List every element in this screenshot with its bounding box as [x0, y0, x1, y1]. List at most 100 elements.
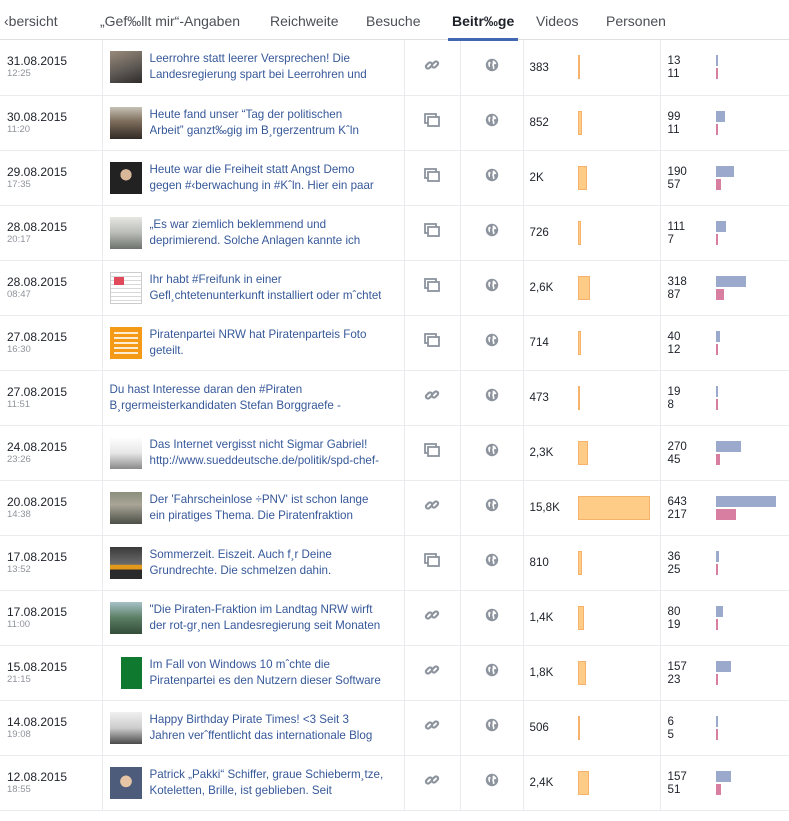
post-time: 17:35 — [7, 178, 31, 190]
post-text-line-1: Heute war die Freiheit statt Angst Demo — [149, 162, 355, 176]
reach-bar — [577, 605, 584, 630]
post-link[interactable]: Piratenpartei NRW hat Piratenparteis Fot… — [150, 327, 367, 359]
post-link[interactable]: Heute war die Freiheit statt Angst Demo g… — [150, 162, 374, 194]
date-cell: 15.08.2015 21:15 — [0, 645, 103, 701]
tab-5[interactable]: Videos — [536, 0, 579, 40]
engagement-cell: 157 51 — [660, 755, 789, 811]
post-time: 21:15 — [7, 673, 31, 685]
engagement-clicks-bar — [715, 550, 719, 562]
post-time: 23:26 — [7, 453, 31, 465]
post-thumbnail[interactable] — [109, 766, 142, 799]
post-thumbnail[interactable] — [109, 51, 142, 84]
album-icon — [424, 113, 440, 132]
tab-0[interactable]: ‹bersicht — [4, 0, 58, 40]
post-text-line-2: Landesregierung spart bei Leerrohren und — [149, 68, 367, 82]
reach-value: 852 — [529, 116, 549, 129]
engagement-clicks-value: 318 — [667, 274, 687, 288]
post-thumbnail[interactable] — [109, 711, 142, 744]
post-thumbnail[interactable] — [109, 106, 142, 139]
engagement-clicks-value: 157 — [667, 659, 687, 673]
post-link[interactable]: Ihr habt #Freifunk in einer Gefl¸chtetenu… — [150, 272, 382, 304]
engagement-clicks-bar — [715, 440, 741, 452]
post-link[interactable]: Du hast Interesse daran den #Piraten B¸rg… — [110, 382, 341, 414]
reach-bar — [577, 165, 587, 190]
type-cell — [404, 755, 461, 811]
reach-value: 714 — [529, 336, 549, 349]
type-cell — [404, 590, 461, 646]
engagement-reactions-value: 87 — [667, 287, 681, 301]
engagement-cell: 190 57 — [660, 150, 789, 206]
reach-value: 1,8K — [529, 666, 554, 679]
reach-cell: 714 — [523, 315, 661, 371]
post-link[interactable]: Patrick „Pakki“ Schiffer, graue Schieber… — [150, 767, 384, 799]
reach-value: 1,4K — [529, 611, 554, 624]
post-text-line-1: „Es war ziemlich beklemmend und — [149, 217, 327, 231]
engagement-clicks-value: 80 — [667, 604, 681, 618]
post-time: 16:30 — [7, 343, 31, 355]
post-date: 12.08.2015 — [7, 769, 68, 784]
date-cell: 31.08.2015 12:25 — [0, 40, 103, 96]
post-link[interactable]: Leerrohre statt leerer Versprechen! Die L… — [150, 51, 367, 83]
tab-1[interactable]: „Gef‰llt mir“-Angaben — [100, 0, 240, 40]
date-cell: 24.08.2015 23:26 — [0, 425, 103, 481]
post-thumbnail[interactable] — [109, 271, 142, 304]
post-thumbnail[interactable] — [109, 601, 142, 634]
post-thumbnail[interactable] — [109, 161, 142, 194]
post-link[interactable]: Heute fand unser “Tag der politischen Arb… — [150, 107, 359, 139]
post-text-line-1: Du hast Interesse daran den #Piraten — [109, 382, 303, 396]
post-thumbnail[interactable] — [109, 656, 142, 689]
post-date: 27.08.2015 — [7, 329, 68, 344]
globe-icon — [485, 773, 499, 792]
engagement-clicks-value: 270 — [667, 439, 687, 453]
album-icon — [424, 223, 440, 242]
post-text-line-2: http://www.sueddeutsche.de/politik/spd-c… — [149, 453, 379, 467]
tab-2[interactable]: Reichweite — [270, 0, 338, 40]
post-link[interactable]: „Es war ziemlich beklemmend und deprimier… — [150, 217, 361, 249]
tab-3[interactable]: Besuche — [366, 0, 420, 40]
post-link[interactable]: Happy Birthday Pirate Times! <3 Seit 3 Ja… — [150, 712, 373, 744]
engagement-clicks-value: 190 — [667, 164, 687, 178]
post-time: 19:08 — [7, 728, 31, 740]
engagement-clicks-value: 6 — [667, 714, 674, 728]
reach-bar — [577, 715, 580, 740]
post-time: 11:00 — [7, 618, 31, 630]
post-time: 20:17 — [7, 233, 31, 245]
targeting-cell — [460, 95, 524, 151]
post-thumbnail[interactable] — [109, 436, 142, 469]
post-link[interactable]: Sommerzeit. Eiszeit. Auch f¸r Deine Grund… — [150, 547, 332, 579]
post-thumbnail[interactable] — [109, 216, 142, 249]
post-link[interactable]: Der 'Fahrscheinlose ÷PNV' ist schon lang… — [150, 492, 369, 524]
type-cell — [404, 645, 461, 701]
engagement-reactions-bar — [715, 398, 718, 410]
post-thumbnail[interactable] — [109, 546, 142, 579]
tab-6[interactable]: Personen — [606, 0, 666, 40]
engagement-clicks-bar — [715, 495, 776, 507]
engagement-reactions-value: 8 — [667, 397, 674, 411]
reach-cell: 2,6K — [523, 260, 661, 316]
engagement-reactions-value: 11 — [667, 122, 680, 136]
globe-icon — [485, 498, 499, 517]
post-thumbnail[interactable] — [109, 491, 142, 524]
date-cell: 12.08.2015 18:55 — [0, 755, 103, 811]
date-cell: 17.08.2015 13:52 — [0, 535, 103, 591]
tab-4[interactable]: Beitr‰ge — [447, 0, 519, 41]
engagement-reactions-bar — [715, 508, 736, 520]
post-text-line-2: Piratenpartei es den Nutzern dieser Soft… — [149, 673, 381, 687]
engagement-reactions-value: 57 — [667, 177, 681, 191]
engagement-cell: 65 — [660, 700, 789, 756]
engagement-cell: 318 87 — [660, 260, 789, 316]
globe-icon — [485, 333, 499, 352]
post-date: 28.08.2015 — [7, 219, 68, 234]
post-thumbnail[interactable] — [109, 326, 142, 359]
engagement-clicks-bar — [715, 605, 723, 617]
engagement-reactions-bar — [715, 728, 718, 740]
post-time: 14:38 — [7, 508, 31, 520]
post-date: 30.08.2015 — [7, 109, 68, 124]
targeting-cell — [460, 315, 524, 371]
post-link[interactable]: "Die Piraten-Fraktion im Landtag NRW wir… — [150, 602, 381, 634]
post-link[interactable]: Im Fall von Windows 10 mˆchte die Piraten… — [150, 657, 381, 689]
album-icon — [424, 278, 440, 297]
date-cell: 28.08.2015 08:47 — [0, 260, 103, 316]
post-cell: Ihr habt #Freifunk in einer Gefl¸chtetenu… — [102, 260, 405, 316]
post-link[interactable]: Das Internet vergisst nicht Sigmar Gabri… — [150, 437, 379, 469]
